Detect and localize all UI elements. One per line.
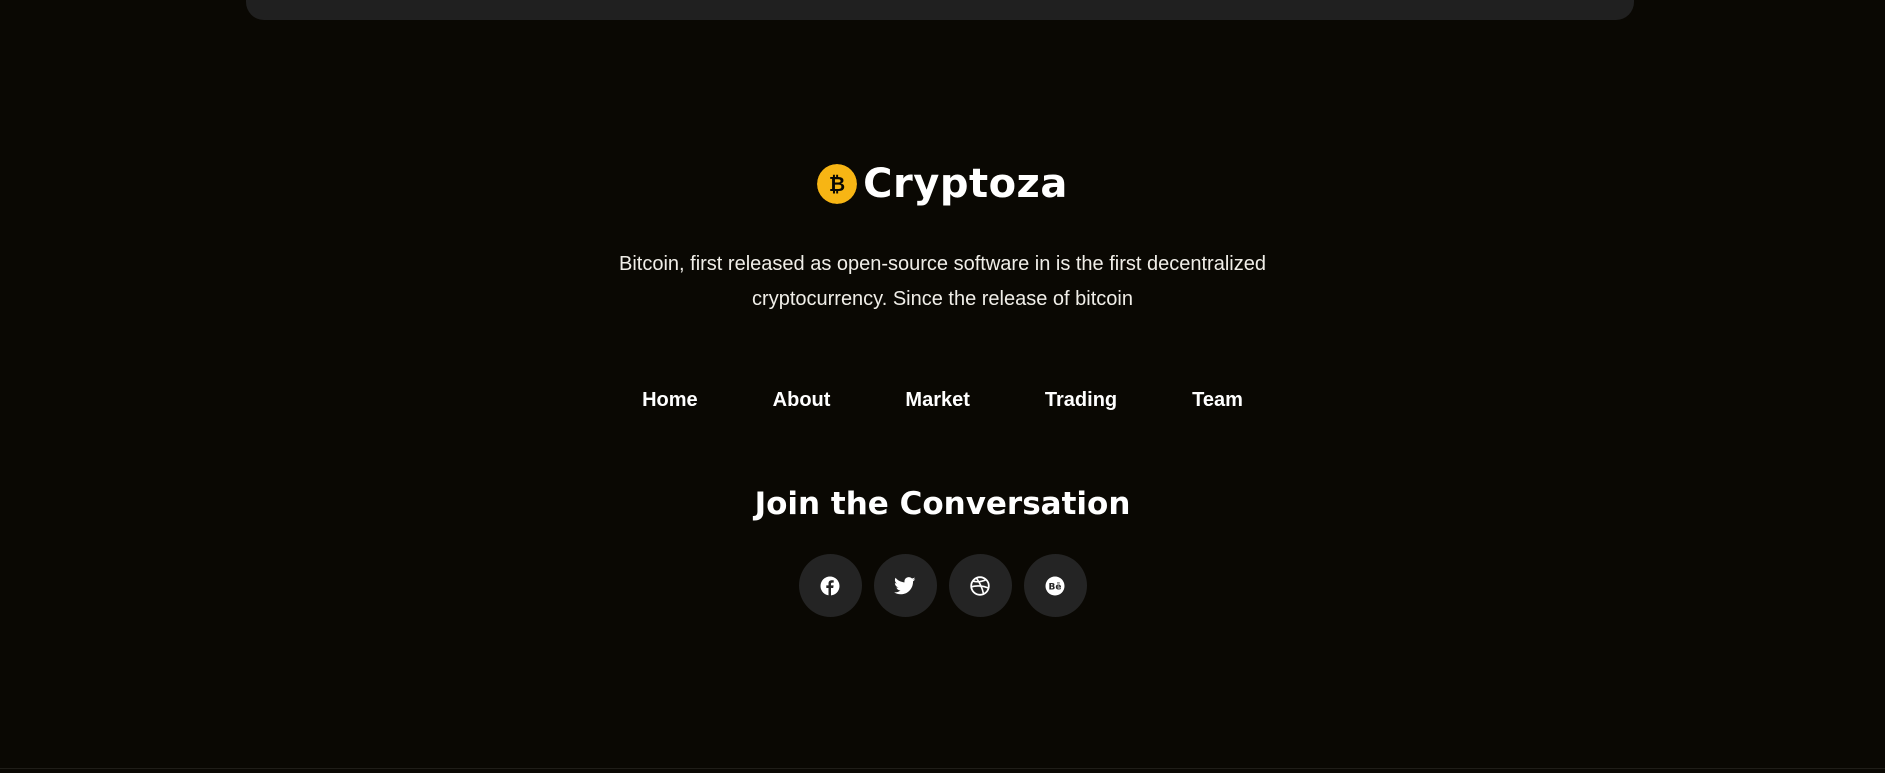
nav-link-team[interactable]: Team	[1192, 386, 1243, 414]
twitter-button[interactable]	[873, 554, 937, 617]
svg-text:₿: ₿	[829, 172, 845, 196]
facebook-icon	[820, 576, 840, 596]
facebook-button[interactable]	[798, 554, 862, 617]
footer-divider	[0, 768, 1885, 769]
nav-link-about[interactable]: About	[773, 386, 831, 414]
footer-logo[interactable]: ₿ Cryptoza	[0, 160, 1885, 208]
bitcoin-coin-icon: ₿	[817, 164, 858, 204]
twitter-icon	[894, 576, 916, 594]
description-line-1: Bitcoin, first released as open-source s…	[619, 253, 1266, 275]
svg-text:Bē: Bē	[1049, 582, 1062, 592]
dribbble-button[interactable]	[948, 554, 1012, 617]
nav-link-market[interactable]: Market	[905, 386, 969, 414]
description-line-2: cryptocurrency. Since the release of bit…	[752, 288, 1133, 310]
join-heading: Join the Conversation	[754, 486, 1131, 522]
behance-icon: Bē	[1045, 576, 1065, 595]
dribbble-icon	[970, 575, 990, 596]
nav-link-home[interactable]: Home	[642, 386, 698, 414]
behance-button[interactable]: Bē	[1023, 554, 1087, 617]
brand-name: Cryptoza	[863, 161, 1068, 207]
footer-description: Bitcoin, first released as open-source s…	[0, 247, 1885, 317]
nav-link-trading[interactable]: Trading	[1045, 386, 1117, 414]
top-card	[246, 0, 1634, 20]
footer-nav: Home About Market Trading Team	[0, 386, 1885, 414]
social-links: Bē	[0, 554, 1885, 617]
